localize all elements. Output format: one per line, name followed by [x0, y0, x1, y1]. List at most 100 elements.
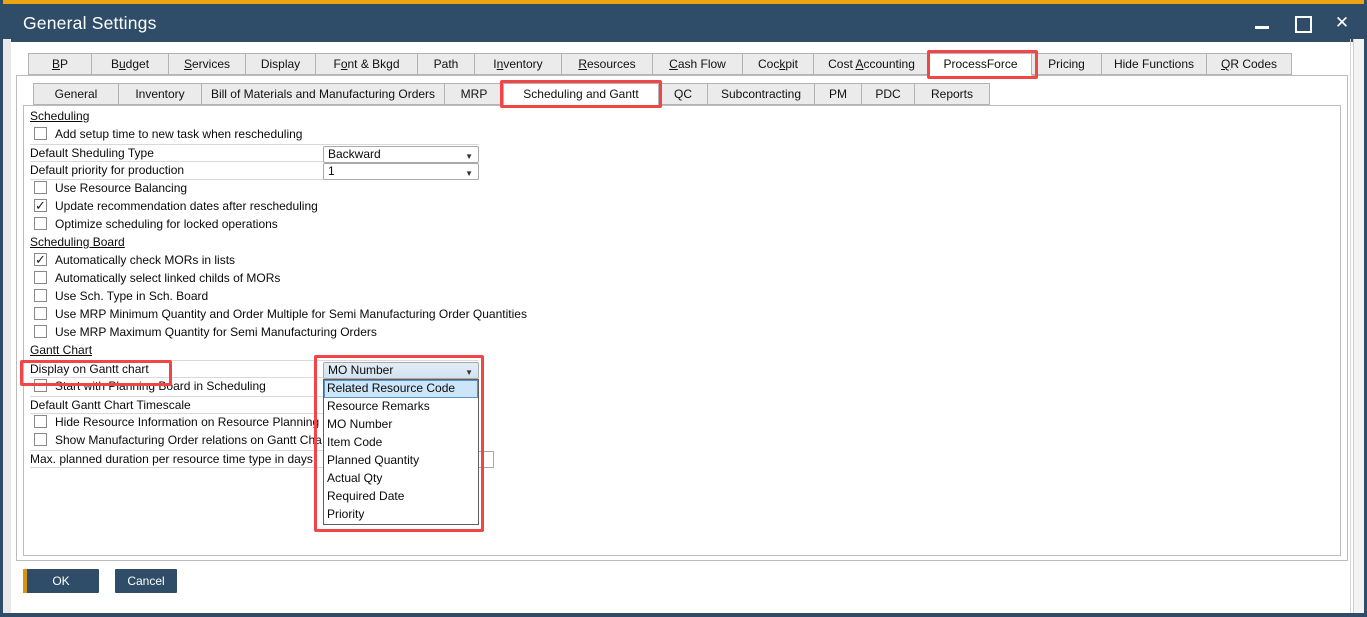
checkbox-row: ✓ Automatically check MORs in lists — [30, 252, 1341, 270]
general-settings-window: General Settings ✕ BPBudgetServicesDispl… — [0, 0, 1367, 617]
dropdown-list-item[interactable]: Planned Quantity — [324, 452, 478, 470]
tab-subcontracting[interactable]: Subcontracting — [707, 83, 815, 105]
minimize-icon[interactable] — [1253, 14, 1271, 32]
field-row: Display on Gantt chart MO Number▼ — [30, 360, 479, 378]
tab-bp[interactable]: BP — [28, 53, 92, 75]
checkbox[interactable]: ✓ — [34, 127, 47, 140]
close-icon[interactable]: ✕ — [1333, 14, 1351, 32]
checkbox-row: ✓ Use MRP Minimum Quantity and Order Mult… — [30, 306, 1341, 324]
tab-general[interactable]: General — [33, 83, 119, 105]
checkbox[interactable]: ✓ — [34, 289, 47, 302]
checkbox-row: ✓ Add setup time to new task when resched… — [30, 126, 1341, 144]
tab-pricing[interactable]: Pricing — [1031, 53, 1102, 75]
tab-hide-functions[interactable]: Hide Functions — [1101, 53, 1207, 75]
checkbox-row: ✓Start with Planning Board in Scheduling — [30, 378, 1341, 396]
tab-display[interactable]: Display — [245, 53, 316, 75]
checkbox-row: ✓ Use MRP Maximum Quantity for Semi Manuf… — [30, 324, 1341, 342]
field-row: Default Sheduling Type Backward▼ — [30, 144, 479, 162]
tab-cash-flow[interactable]: Cash Flow — [652, 53, 743, 75]
field-label: Default Gantt Chart Timescale — [30, 397, 191, 414]
dropdown-list-item[interactable]: Resource Remarks — [324, 398, 478, 416]
dropdown-list-item[interactable]: Actual Qty — [324, 470, 478, 488]
tab-mrp[interactable]: MRP — [444, 83, 504, 105]
checkbox[interactable]: ✓ — [34, 253, 47, 266]
section-heading: Scheduling — [30, 108, 1341, 126]
checkbox[interactable]: ✓ — [34, 199, 47, 212]
field-label: Default priority for production — [30, 162, 184, 179]
checkbox[interactable]: ✓ — [34, 325, 47, 338]
checkbox[interactable]: ✓ — [34, 307, 47, 320]
section-heading-label: Gantt Chart — [30, 342, 92, 359]
checkmark-icon: ✓ — [35, 197, 46, 214]
dropdown-list-item[interactable]: Related Resource Code — [324, 380, 478, 398]
tab-bill-of-materials-and-manufacturing-orders[interactable]: Bill of Materials and Manufacturing Orde… — [201, 83, 445, 105]
tab-cost-accounting[interactable]: Cost Accounting — [813, 53, 930, 75]
combo-box[interactable]: Backward▼ — [323, 146, 479, 163]
checkbox[interactable]: ✓ — [34, 415, 47, 428]
checkbox[interactable]: ✓ — [34, 379, 47, 392]
ok-button[interactable]: OK — [23, 569, 99, 593]
checkbox-label: Show Manufacturing Order relations on Ga… — [55, 432, 322, 449]
tab-qc[interactable]: QC — [658, 83, 708, 105]
section-heading-label: Scheduling — [30, 108, 89, 125]
combo-box[interactable]: MO Number▼ — [323, 362, 479, 379]
processforce-sub-tab-bar: GeneralInventoryBill of Materials and Ma… — [33, 83, 990, 105]
section-heading: Gantt Chart — [30, 342, 1341, 360]
field-row: Default priority for production 1▼ — [30, 162, 479, 180]
combo-value: MO Number — [328, 363, 393, 378]
checkbox-row: ✓ Use Sch. Type in Sch. Board — [30, 288, 1341, 306]
checkbox-label: Use Resource Balancing — [55, 180, 187, 197]
checkbox-label: Optimize scheduling for locked operation… — [55, 216, 278, 233]
tab-processforce[interactable]: ProcessForce — [929, 53, 1032, 76]
tab-path[interactable]: Path — [417, 53, 475, 75]
combo-value: Backward — [328, 147, 381, 162]
dropdown-list-item[interactable]: MO Number — [324, 416, 478, 434]
tab-resources[interactable]: Resources — [561, 53, 653, 75]
settings-tab-bar: BPBudgetServicesDisplayFont & BkgdPathIn… — [28, 53, 1292, 75]
tab-services[interactable]: Services — [168, 53, 246, 75]
tab-reports[interactable]: Reports — [914, 83, 990, 105]
window-title: General Settings — [23, 4, 157, 42]
dropdown-list-item[interactable]: Item Code — [324, 434, 478, 452]
checkbox-label: Use MRP Maximum Quantity for Semi Manufa… — [55, 324, 377, 341]
checkbox-label: Hide Resource Information on Resource Pl… — [55, 414, 319, 431]
checkbox-label: Automatically check MORs in lists — [55, 252, 235, 269]
titlebar[interactable]: General Settings ✕ — [0, 4, 1367, 42]
dropdown-list-item[interactable]: Priority — [324, 506, 478, 524]
dropdown-list-item[interactable]: Required Date — [324, 488, 478, 506]
scrollbar-track[interactable] — [1353, 39, 1364, 613]
field-label: Default Sheduling Type — [30, 145, 154, 162]
tab-cockpit[interactable]: Cockpit — [742, 53, 814, 75]
checkbox-label: Automatically select linked childs of MO… — [55, 270, 280, 287]
left-edge-strip — [3, 39, 11, 613]
tab-inventory[interactable]: Inventory — [118, 83, 202, 105]
scheduling-settings-form: Scheduling ✓ Add setup time to new task wh… — [23, 105, 1341, 556]
checkbox-label: Add setup time to new task when reschedu… — [55, 126, 302, 143]
tab-scheduling-and-gantt[interactable]: Scheduling and Gantt — [503, 83, 659, 106]
checkbox-label: Update recommendation dates after resche… — [55, 198, 318, 215]
checkbox[interactable]: ✓ — [34, 181, 47, 194]
section-heading-label: Scheduling Board — [30, 234, 125, 251]
tab-inventory[interactable]: Inventory — [474, 53, 562, 75]
maximize-icon[interactable] — [1293, 14, 1311, 32]
tab-qr-codes[interactable]: QR Codes — [1206, 53, 1292, 75]
field-label: Max. planned duration per resource time … — [30, 451, 313, 468]
tab-pm[interactable]: PM — [814, 83, 862, 105]
window-controls: ✕ — [1253, 4, 1351, 42]
checkbox-row: ✓ Hide Resource Information on Resource P… — [30, 414, 1341, 432]
checkbox-label: Use MRP Minimum Quantity and Order Multi… — [55, 306, 527, 323]
checkbox-row: ✓ Automatically select linked childs of M… — [30, 270, 1341, 288]
checkbox-row: ✓ Optimize scheduling for locked operatio… — [30, 216, 1341, 234]
tab-budget[interactable]: Budget — [91, 53, 169, 75]
field-label: Display on Gantt chart — [30, 361, 149, 378]
section-heading: Scheduling Board — [30, 234, 1341, 252]
checkbox[interactable]: ✓ — [34, 217, 47, 230]
combo-box[interactable]: 1▼ — [323, 163, 479, 180]
tab-font-bkgd[interactable]: Font & Bkgd — [315, 53, 418, 75]
checkbox[interactable]: ✓ — [34, 271, 47, 284]
checkbox-row: ✓ Use Resource Balancing — [30, 180, 1341, 198]
cancel-button[interactable]: Cancel — [115, 569, 177, 593]
checkbox-label: Use Sch. Type in Sch. Board — [55, 288, 208, 305]
tab-pdc[interactable]: PDC — [861, 83, 915, 105]
checkbox[interactable]: ✓ — [34, 433, 47, 446]
